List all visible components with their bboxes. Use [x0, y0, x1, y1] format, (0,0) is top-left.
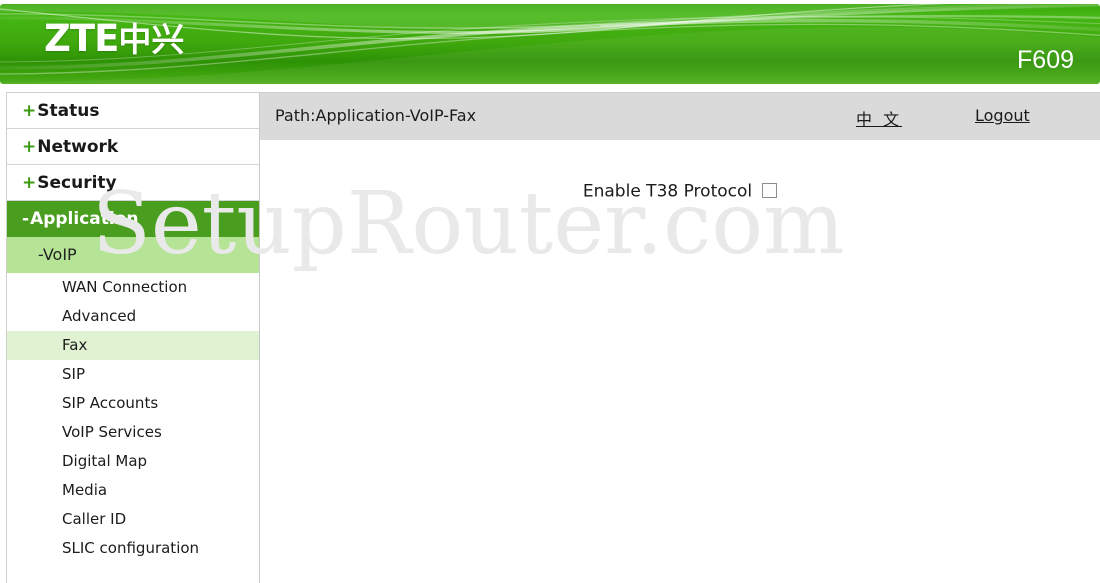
logout-link[interactable]: Logout	[975, 106, 1030, 125]
expand-plus-icon: +	[22, 137, 37, 157]
sidebar-divider	[259, 92, 260, 583]
sidebar-item-sip-accounts[interactable]: SIP Accounts	[7, 389, 259, 418]
sidebar-item-label: VoIP	[42, 245, 77, 264]
expand-plus-icon: +	[22, 173, 37, 193]
sidebar-item-media[interactable]: Media	[7, 476, 259, 505]
sidebar-item-wan-connection[interactable]: WAN Connection	[7, 273, 259, 302]
logo-text-chinese: 中兴	[118, 20, 185, 59]
sidebar-item-voip[interactable]: -VoIP	[7, 237, 259, 273]
sidebar-item-advanced[interactable]: Advanced	[7, 302, 259, 331]
sidebar-item-voip-services[interactable]: VoIP Services	[7, 418, 259, 447]
breadcrumb: Path:Application-VoIP-Fax	[275, 106, 477, 125]
page-header: ZTE中兴 F609	[0, 0, 1100, 88]
expand-plus-icon: +	[22, 101, 37, 121]
sidebar-item-label: Fax	[62, 336, 88, 354]
sidebar-item-label: Caller ID	[62, 510, 127, 528]
sidebar-item-digital-map[interactable]: Digital Map	[7, 447, 259, 476]
sidebar-item-fax[interactable]: Fax	[7, 331, 259, 360]
sidebar-item-application[interactable]: -Application	[7, 201, 259, 237]
sidebar-item-status[interactable]: +Status	[7, 93, 259, 129]
sidebar-item-label: Application	[30, 209, 139, 229]
main-content-area: Path:Application-VoIP-Fax 中 文 Logout Ena…	[260, 92, 1100, 583]
sidebar-item-label: Security	[37, 173, 117, 193]
logo-text-latin: ZTE	[44, 17, 119, 60]
collapse-minus-icon: -	[22, 209, 30, 229]
router-model-label: F609	[1017, 46, 1074, 74]
zte-logo: ZTE中兴	[44, 19, 184, 60]
path-bar: Path:Application-VoIP-Fax 中 文 Logout	[260, 92, 1100, 140]
sidebar-nav: +Status +Network +Security -Application …	[6, 92, 259, 583]
sidebar-item-label: Status	[37, 101, 100, 121]
sidebar-item-label: VoIP Services	[62, 423, 162, 441]
sidebar-item-network[interactable]: +Network	[7, 129, 259, 165]
language-switch-link[interactable]: 中 文	[856, 106, 902, 130]
sidebar-item-caller-id[interactable]: Caller ID	[7, 505, 259, 534]
sidebar-item-label: Media	[62, 481, 108, 499]
t38-protocol-label: Enable T38 Protocol	[582, 181, 753, 202]
sidebar-item-sip[interactable]: SIP	[7, 360, 259, 389]
sidebar-item-label: Advanced	[62, 307, 137, 325]
sidebar-item-label: WAN Connection	[62, 278, 188, 296]
sidebar-item-label: SIP Accounts	[62, 394, 159, 412]
sidebar-item-label: SIP	[62, 365, 85, 383]
t38-protocol-row: Enable T38 Protocol	[260, 181, 1100, 202]
t38-protocol-checkbox[interactable]	[762, 183, 778, 198]
sidebar-item-slic-configuration[interactable]: SLIC configuration	[7, 534, 259, 563]
sidebar-item-label: Network	[37, 137, 119, 157]
sidebar-item-security[interactable]: +Security	[7, 165, 259, 201]
sidebar-item-label: SLIC configuration	[62, 539, 200, 557]
sidebar-item-label: Digital Map	[62, 452, 148, 470]
settings-panel: Enable T38 Protocol	[260, 140, 1100, 583]
